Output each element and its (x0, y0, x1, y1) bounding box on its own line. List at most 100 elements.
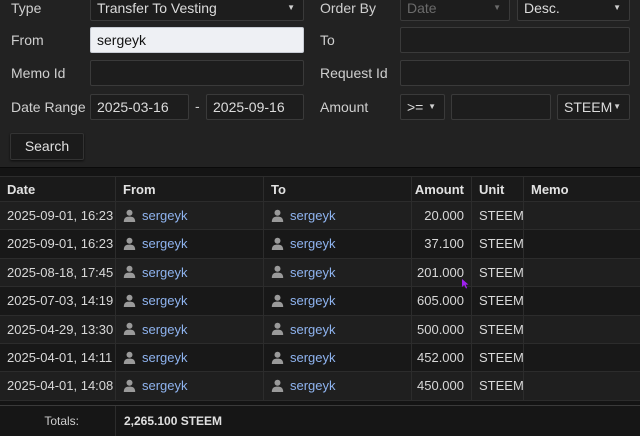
column-header-unit[interactable]: Unit (472, 177, 524, 201)
cell-memo (524, 230, 640, 257)
user-icon (271, 208, 290, 223)
cell-amount: 452.000 (412, 343, 472, 372)
cell-from: sergeyk (116, 258, 264, 287)
cell-unit: STEEM (472, 287, 524, 315)
cell-from-link[interactable]: sergeyk (142, 293, 188, 308)
cell-amount: 605.000 (412, 287, 472, 315)
cell-to-link[interactable]: sergeyk (290, 293, 336, 308)
cell-date: 2025-09-01, 16:23 (0, 230, 116, 258)
cell-to-link[interactable]: sergeyk (290, 265, 336, 280)
search-button[interactable]: Search (10, 133, 84, 160)
date-to-input[interactable]: 2025-09-16 (206, 94, 304, 120)
cell-to: sergeyk (264, 287, 412, 315)
cell-from: sergeyk (116, 287, 264, 315)
caret-down-icon: ▼ (287, 3, 295, 12)
cell-amount: 450.000 (412, 372, 472, 400)
user-icon (271, 350, 290, 365)
cell-from: sergeyk (116, 372, 264, 400)
user-icon (123, 236, 142, 251)
user-icon (271, 322, 290, 337)
cell-memo (524, 202, 640, 229)
amount-input[interactable] (451, 94, 551, 120)
cell-to-link[interactable]: sergeyk (290, 236, 336, 251)
cell-from: sergeyk (116, 315, 264, 343)
date-range-label: Date Range (11, 99, 86, 115)
order-by-value: Date (407, 0, 437, 16)
column-header-amount[interactable]: Amount (412, 177, 472, 201)
date-to-value: 2025-09-16 (213, 99, 285, 115)
cell-from: sergeyk (116, 230, 264, 258)
cell-from-link[interactable]: sergeyk (142, 378, 188, 393)
cell-unit: STEEM (472, 258, 524, 287)
cell-date: 2025-04-01, 14:08 (0, 372, 116, 400)
totals-value: 2,265.100 STEEM (124, 414, 223, 428)
user-icon (123, 322, 142, 337)
cell-memo (524, 316, 640, 343)
memo-id-input[interactable] (90, 60, 304, 86)
date-separator: - (195, 98, 200, 114)
type-label: Type (11, 0, 42, 16)
cell-to-link[interactable]: sergeyk (290, 378, 336, 393)
to-input[interactable] (400, 27, 630, 53)
request-id-input[interactable] (400, 60, 630, 86)
caret-down-icon: ▼ (428, 102, 436, 111)
caret-down-icon: ▼ (493, 3, 501, 12)
cell-to: sergeyk (264, 315, 412, 343)
user-icon (123, 265, 142, 280)
column-header-memo[interactable]: Memo (524, 177, 640, 201)
cell-amount: 37.100 (412, 230, 472, 258)
amount-operator-value: >= (407, 99, 424, 115)
type-select[interactable]: Transfer To Vesting ▼ (90, 0, 304, 21)
cell-memo (524, 344, 640, 371)
cell-amount: 20.000 (412, 202, 472, 230)
column-header-date[interactable]: Date (0, 177, 116, 201)
from-input-value: sergeyk (97, 32, 147, 48)
cell-unit: STEEM (472, 372, 524, 400)
order-by-label: Order By (320, 0, 377, 16)
mouse-cursor-icon (462, 279, 469, 289)
cell-to-link[interactable]: sergeyk (290, 350, 336, 365)
cell-unit: STEEM (472, 343, 524, 372)
cell-from-link[interactable]: sergeyk (142, 236, 188, 251)
order-by-select[interactable]: Date ▼ (400, 0, 510, 21)
cell-date: 2025-08-18, 17:45 (0, 258, 116, 287)
memo-id-label: Memo Id (11, 65, 66, 81)
column-header-from[interactable]: From (116, 177, 264, 201)
user-icon (123, 350, 142, 365)
order-direction-select[interactable]: Desc. ▼ (517, 0, 630, 21)
cell-unit: STEEM (472, 202, 524, 230)
cell-to-link[interactable]: sergeyk (290, 208, 336, 223)
totals-label: Totals: (0, 406, 116, 436)
cell-date: 2025-09-01, 16:23 (0, 202, 116, 230)
cell-from-link[interactable]: sergeyk (142, 350, 188, 365)
cell-to-link[interactable]: sergeyk (290, 322, 336, 337)
to-label: To (320, 32, 335, 48)
table-row: 2025-08-18, 17:45 sergeyk sergeyk 201.000 ST… (0, 258, 640, 288)
from-input[interactable]: sergeyk (90, 27, 304, 53)
cell-memo (524, 259, 640, 286)
column-header-to[interactable]: To (264, 177, 412, 201)
request-id-label: Request Id (320, 65, 388, 81)
user-icon (271, 236, 290, 251)
cell-from-link[interactable]: sergeyk (142, 322, 188, 337)
user-icon (271, 265, 290, 280)
order-direction-value: Desc. (524, 0, 560, 16)
amount-operator-select[interactable]: >= ▼ (400, 94, 445, 120)
date-from-input[interactable]: 2025-03-16 (90, 94, 189, 120)
cell-date: 2025-07-03, 14:19 (0, 287, 116, 315)
table-row: 2025-09-01, 16:23 sergeyk sergeyk 20.000 STE… (0, 202, 640, 231)
amount-unit-value: STEEM (564, 99, 613, 115)
user-icon (271, 378, 290, 393)
type-select-value: Transfer To Vesting (97, 0, 217, 16)
cell-from-link[interactable]: sergeyk (142, 208, 188, 223)
cell-amount: 500.000 (412, 315, 472, 343)
amount-unit-select[interactable]: STEEM ▼ (557, 94, 630, 120)
cell-memo (524, 372, 640, 399)
from-label: From (11, 32, 44, 48)
user-icon (123, 378, 142, 393)
cell-memo (524, 287, 640, 314)
cell-from: sergeyk (116, 343, 264, 372)
cell-to: sergeyk (264, 343, 412, 372)
cell-from-link[interactable]: sergeyk (142, 265, 188, 280)
cell-from: sergeyk (116, 202, 264, 230)
